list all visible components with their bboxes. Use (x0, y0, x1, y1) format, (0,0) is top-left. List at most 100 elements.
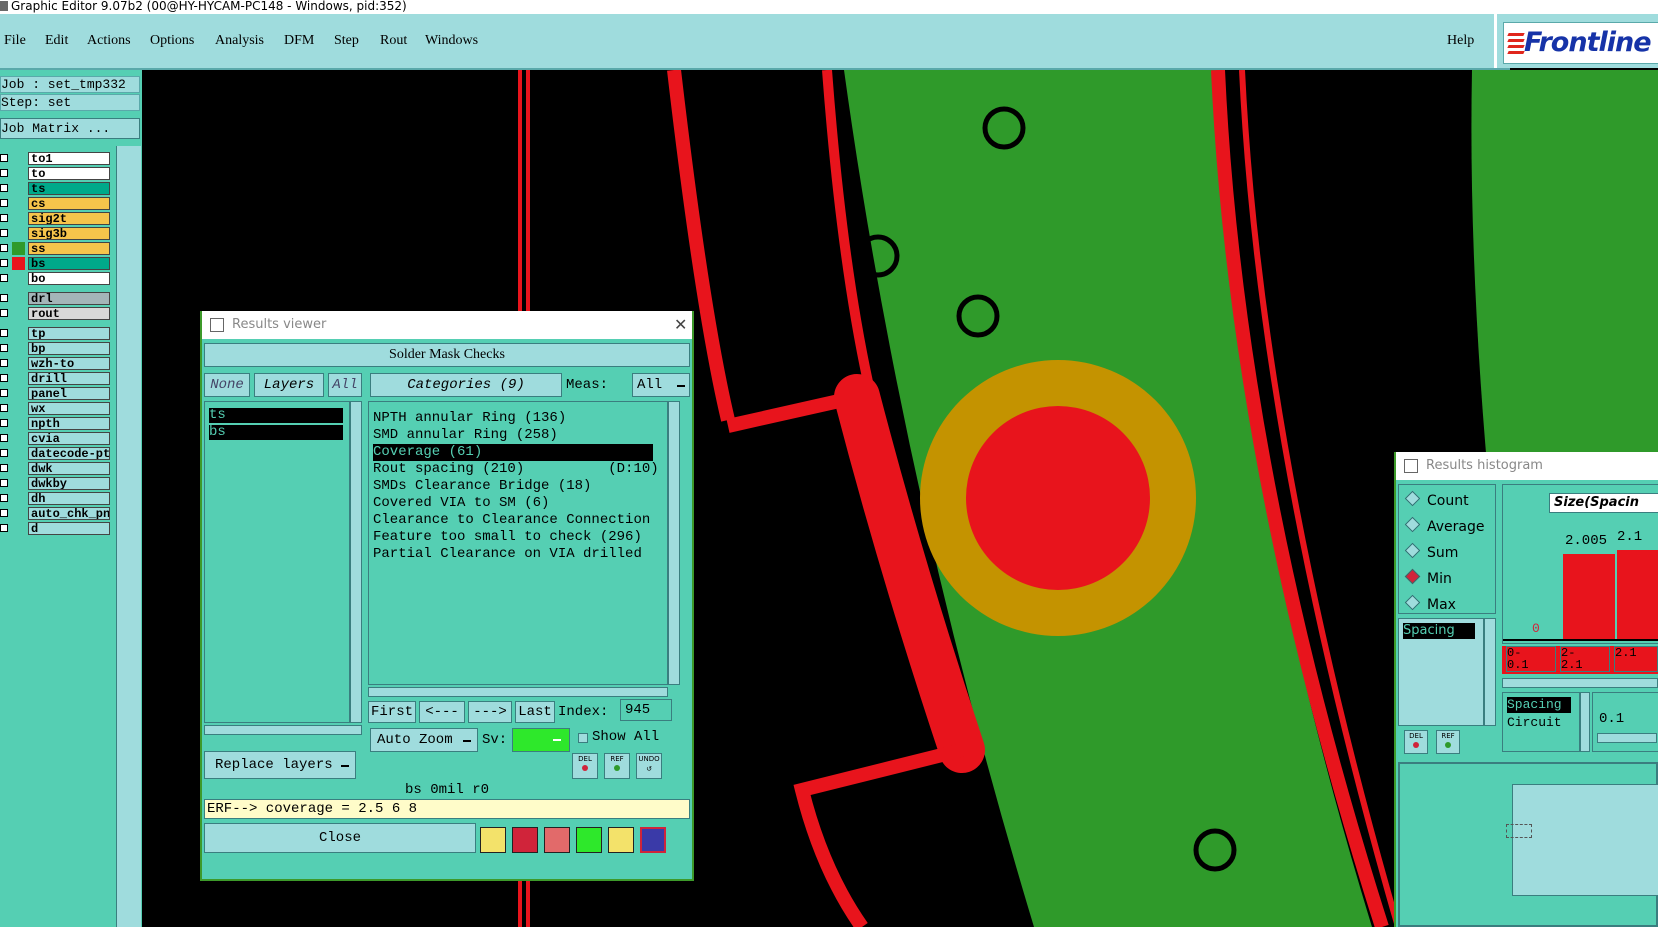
job-matrix-button[interactable]: Job Matrix ... (0, 118, 140, 139)
layer-name[interactable]: wzh-to (28, 357, 110, 370)
menu-edit[interactable]: Edit (45, 33, 68, 49)
layer-row-dwk[interactable]: dwk (0, 462, 115, 476)
layer-row-wx[interactable]: wx (0, 402, 115, 416)
layer-checkbox[interactable] (0, 404, 8, 412)
histogram-bar-2[interactable] (1617, 550, 1658, 639)
layer-checkbox[interactable] (0, 464, 8, 472)
category-item[interactable]: Feature too small to check (296) (373, 529, 642, 546)
category-item[interactable]: Clearance to Clearance Connection (373, 512, 665, 529)
value-slider[interactable] (1597, 733, 1657, 743)
layer-checkbox[interactable] (0, 524, 8, 532)
layer-name[interactable]: ts (28, 182, 110, 195)
sv-color-dropdown[interactable] (512, 728, 570, 752)
layer-name[interactable]: drill (28, 372, 110, 385)
option-average[interactable]: Average (1404, 516, 1485, 537)
range-cell[interactable]: 2- 2.1 (1560, 646, 1610, 672)
layer-color-swatch[interactable] (12, 257, 25, 270)
option-max[interactable]: Max (1404, 594, 1456, 615)
layer-checkbox[interactable] (0, 154, 8, 162)
histogram-titlebar[interactable]: Results histogram (1396, 452, 1658, 480)
layer-row-ts[interactable]: ts (0, 182, 115, 196)
menu-actions[interactable]: Actions (87, 33, 131, 49)
category-item[interactable]: Covered VIA to SM (6) (373, 495, 549, 512)
layers-hscrollbar[interactable] (204, 725, 362, 735)
menu-windows[interactable]: Windows (425, 33, 478, 49)
layers-button[interactable]: Layers (254, 373, 324, 397)
notes-icon[interactable] (608, 827, 634, 853)
category-item[interactable]: Partial Clearance on VIA drilled (373, 546, 642, 563)
report-icon[interactable] (512, 827, 538, 853)
layer-checkbox[interactable] (0, 494, 8, 502)
first-button[interactable]: First (368, 701, 416, 723)
layer-name[interactable]: drl (28, 292, 110, 305)
option-min[interactable]: Min (1404, 568, 1452, 589)
layer-row-bs[interactable]: bs (0, 257, 115, 271)
layer-row-to[interactable]: to (0, 167, 115, 181)
category-item-selected[interactable]: Coverage (61) (373, 444, 653, 461)
layer-name[interactable]: bo (28, 272, 110, 285)
layer-list-item[interactable]: bs (209, 425, 343, 440)
layer-checkbox[interactable] (0, 244, 8, 252)
layer-name[interactable]: cs (28, 197, 110, 210)
all-button[interactable]: All (328, 373, 362, 397)
layer-row-npth[interactable]: npth (0, 417, 115, 431)
layer-name[interactable]: datecode-pte (28, 447, 110, 460)
layer-row-panel[interactable]: panel (0, 387, 115, 401)
layer-scrollbar[interactable] (116, 146, 141, 927)
layer-name[interactable]: bp (28, 342, 110, 355)
layer-name[interactable]: to1 (28, 152, 110, 165)
calendar-icon[interactable] (576, 827, 602, 853)
histogram-bar-1[interactable] (1563, 554, 1615, 639)
show-all-checkbox[interactable] (578, 733, 588, 743)
layer-name[interactable]: panel (28, 387, 110, 400)
measure-icon[interactable] (480, 827, 506, 853)
layer-checkbox[interactable] (0, 509, 8, 517)
menu-help[interactable]: Help (1447, 33, 1474, 49)
measure-list[interactable]: Spacing (1398, 618, 1484, 726)
layer-name[interactable]: rout (28, 307, 110, 320)
layer-checkbox[interactable] (0, 479, 8, 487)
layers-list[interactable]: ts bs (204, 401, 350, 723)
layer-name[interactable]: wx (28, 402, 110, 415)
menu-options[interactable]: Options (150, 33, 194, 49)
layer-row-sig3b[interactable]: sig3b (0, 227, 115, 241)
layer-checkbox[interactable] (0, 359, 8, 367)
histogram-hscrollbar[interactable] (1502, 678, 1658, 688)
menu-step[interactable]: Step (334, 33, 359, 49)
legend-item[interactable]: Circuit (1507, 715, 1562, 731)
layer-color-swatch[interactable] (12, 242, 25, 255)
layer-checkbox[interactable] (0, 229, 8, 237)
refresh-icon[interactable]: REF (604, 753, 630, 779)
option-count[interactable]: Count (1404, 490, 1469, 511)
layer-checkbox[interactable] (0, 294, 8, 302)
categories-hscrollbar[interactable] (368, 687, 668, 697)
categories-button[interactable]: Categories (9) (370, 373, 562, 397)
layers-scrollbar[interactable] (350, 401, 362, 723)
range-cell[interactable]: 2.1 (1614, 646, 1658, 672)
layer-name[interactable]: ss (28, 242, 110, 255)
layer-row-to1[interactable]: to1 (0, 152, 115, 166)
layer-checkbox[interactable] (0, 214, 8, 222)
layer-checkbox[interactable] (0, 309, 8, 317)
layer-row-tp[interactable]: tp (0, 327, 115, 341)
erf-icon[interactable] (544, 827, 570, 853)
category-item[interactable]: SMD annular Ring (258) (373, 427, 558, 444)
legend-item-selected[interactable]: Spacing (1507, 697, 1571, 713)
layer-row-d[interactable]: d (0, 522, 115, 536)
close-icon[interactable]: ✕ (674, 311, 687, 339)
layer-checkbox[interactable] (0, 184, 8, 192)
histogram-refresh-icon[interactable]: REF (1436, 730, 1460, 754)
layer-checkbox[interactable] (0, 259, 8, 267)
category-item[interactable]: SMDs Clearance Bridge (18) (373, 478, 591, 495)
none-button[interactable]: None (204, 373, 250, 397)
layer-name[interactable]: to (28, 167, 110, 180)
layer-checkbox[interactable] (0, 434, 8, 442)
menu-dfm[interactable]: DFM (284, 33, 314, 49)
layer-name[interactable]: d (28, 522, 110, 535)
layer-checkbox[interactable] (0, 449, 8, 457)
layer-list-item[interactable]: ts (209, 408, 343, 423)
layer-name[interactable]: auto_chk_pn (28, 507, 110, 520)
layer-row-wzh-to[interactable]: wzh-to (0, 357, 115, 371)
menu-rout[interactable]: Rout (380, 33, 407, 49)
layer-checkbox[interactable] (0, 419, 8, 427)
